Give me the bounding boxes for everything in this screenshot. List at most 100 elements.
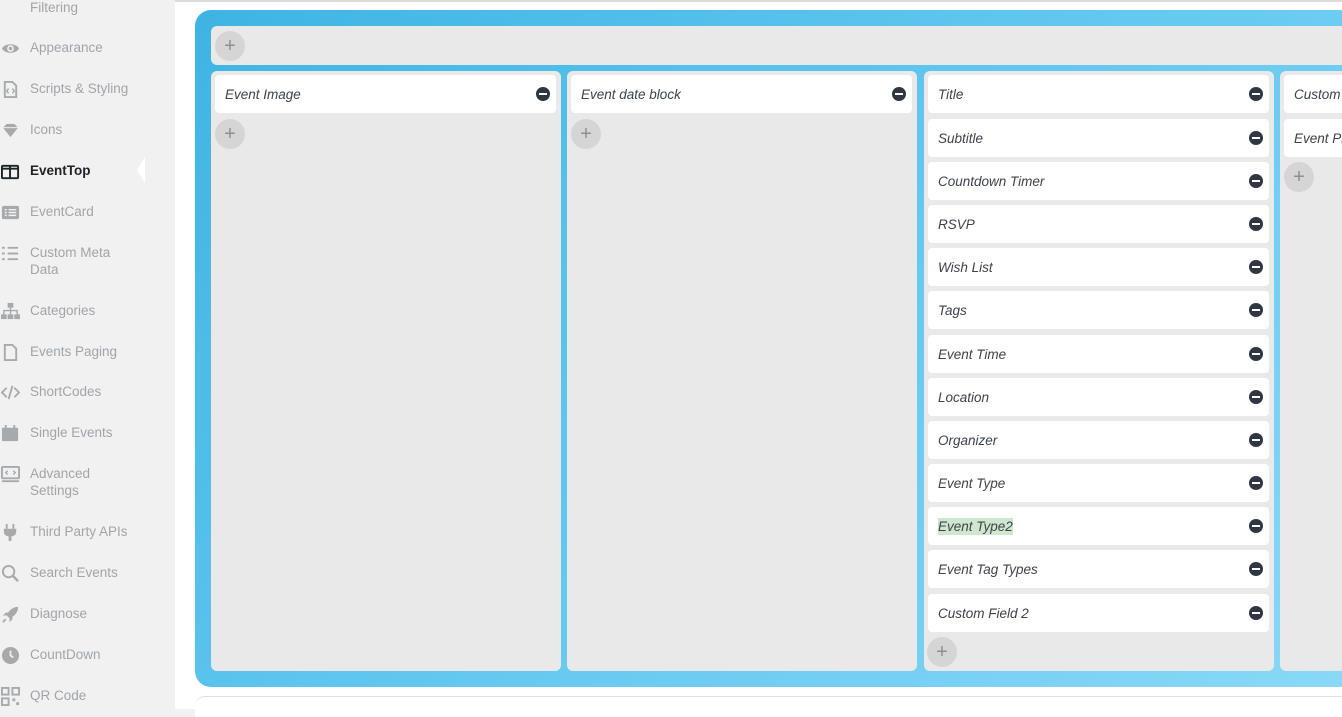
sidebar-item-icons[interactable]: Icons [0,120,145,140]
sidebar-item-eventtop[interactable]: EventTop [0,161,145,181]
remove-icon[interactable] [536,87,550,101]
sidebar-item-label: Advanced Settings [30,466,91,498]
field-label: Organizer [938,433,998,448]
sidebar-item-diagnose[interactable]: Diagnose [0,604,145,624]
field-organizer[interactable]: Organizer [928,421,1269,459]
monitor-code-icon [0,464,20,484]
sidebar-item-third-party-apis[interactable]: Third Party APIs [0,522,145,542]
clock-icon [0,645,20,665]
sidebar-item-filtering[interactable]: Filtering [0,0,145,18]
field-label: Event Image [225,87,301,102]
remove-icon[interactable] [1249,433,1263,447]
remove-icon[interactable] [1249,303,1263,317]
sidebar-item-label: QR Code [30,688,87,703]
field-label: Custom Field 2 [938,606,1029,621]
sidebar-item-label: EventCard [30,204,94,219]
plus-icon: + [936,641,948,663]
field-subtitle[interactable]: Subtitle [928,119,1269,157]
plug-icon [0,522,20,542]
field-event-type[interactable]: Event Type [928,464,1269,502]
list-card-icon [0,202,20,222]
layout-column-4: Custom Event Pr + [1280,71,1342,671]
field-custom[interactable]: Custom [1284,75,1342,113]
remove-icon[interactable] [1249,87,1263,101]
sidebar-item-qr-code[interactable]: QR Code [0,686,145,706]
plus-icon: + [1293,166,1305,188]
sidebar-item-categories[interactable]: Categories [0,301,145,321]
remove-icon[interactable] [1249,519,1263,533]
eye-icon [0,38,20,58]
field-event-date-block[interactable]: Event date block [571,75,912,113]
field-label: Event Pr [1294,131,1342,146]
field-event-time[interactable]: Event Time [928,335,1269,373]
sidebar-item-label: EventTop [30,163,91,178]
sidebar-item-shortcodes[interactable]: ShortCodes [0,382,145,402]
remove-icon[interactable] [1249,562,1263,576]
sidebar-item-label: Diagnose [30,606,88,621]
field-location[interactable]: Location [928,378,1269,416]
sidebar-item-search-events[interactable]: Search Events [0,563,145,583]
add-field-button[interactable]: + [1284,162,1314,192]
field-label: Subtitle [938,131,984,146]
remove-icon[interactable] [1249,131,1263,145]
remove-icon[interactable] [1249,260,1263,274]
sidebar-item-label: Third Party APIs [30,524,128,539]
remove-icon[interactable] [1249,174,1263,188]
sidebar-item-label: Search Events [30,565,118,580]
sidebar-item-countdown[interactable]: CountDown [0,645,145,665]
remove-icon[interactable] [1249,390,1263,404]
top-divider [175,0,1342,2]
remove-icon[interactable] [1249,347,1263,361]
sidebar-item-scripts-styling[interactable]: Scripts & Styling [0,79,145,99]
sidebar-item-advanced-settings[interactable]: Advanced Settings [0,464,145,502]
sidebar-item-label: Events Paging [30,344,118,359]
plus-icon: + [580,123,592,145]
sidebar-item-label: Scripts & Styling [30,81,129,96]
remove-icon[interactable] [1249,476,1263,490]
field-label: Event Tag Types [938,562,1038,577]
field-event-type2[interactable]: Event Type2 [928,507,1269,545]
sidebar-item-label: Categories [30,303,96,318]
field-label: RSVP [938,217,975,232]
field-label: Tags [938,303,967,318]
settings-sidebar: Filtering Appearance Scripts & Styling I… [0,0,145,709]
add-field-button[interactable]: + [571,119,601,149]
diamond-icon [0,120,20,140]
field-event-image[interactable]: Event Image [215,75,556,113]
code-file-icon [0,79,20,99]
field-wish-list[interactable]: Wish List [928,248,1269,286]
field-label: Title [938,87,964,102]
add-row-button[interactable]: + [215,31,245,61]
sidebar-item-events-paging[interactable]: Events Paging [0,342,145,362]
sidebar-item-label: Custom Meta Data [30,245,111,277]
field-label: Event Time [938,347,1007,362]
field-tags[interactable]: Tags [928,291,1269,329]
field-event-tag-types[interactable]: Event Tag Types [928,550,1269,588]
sidebar-item-custom-meta-data[interactable]: Custom Meta Data [0,243,145,281]
active-item-pointer [137,157,145,183]
sidebar-item-label: Single Events [30,425,113,440]
layout-column-1: Event Image + [211,71,561,671]
sidebar-item-single-events[interactable]: Single Events [0,423,145,443]
field-label: Event date block [581,87,681,102]
field-label: Event Type [938,476,1006,491]
add-field-button[interactable]: + [927,637,957,667]
sidebar-item-label: Filtering [30,0,79,15]
sidebar-item-label: CountDown [30,647,101,662]
field-countdown-timer[interactable]: Countdown Timer [928,162,1269,200]
next-settings-panel [195,696,1342,717]
field-event-pr[interactable]: Event Pr [1284,119,1342,157]
remove-icon[interactable] [1249,217,1263,231]
add-field-button[interactable]: + [215,119,245,149]
field-label: Location [938,390,990,405]
field-title[interactable]: Title [928,75,1269,113]
remove-icon[interactable] [1249,606,1263,620]
sidebar-item-appearance[interactable]: Appearance [0,38,145,58]
sidebar-item-eventcard[interactable]: EventCard [0,202,145,222]
field-custom-field-2[interactable]: Custom Field 2 [928,594,1269,632]
sidebar-item-label: Appearance [30,40,103,55]
remove-icon[interactable] [892,87,906,101]
layout-column-3: Title Subtitle Countdown Timer RSVP Wish… [924,71,1274,671]
field-rsvp[interactable]: RSVP [928,205,1269,243]
field-label: Custom [1294,87,1341,102]
